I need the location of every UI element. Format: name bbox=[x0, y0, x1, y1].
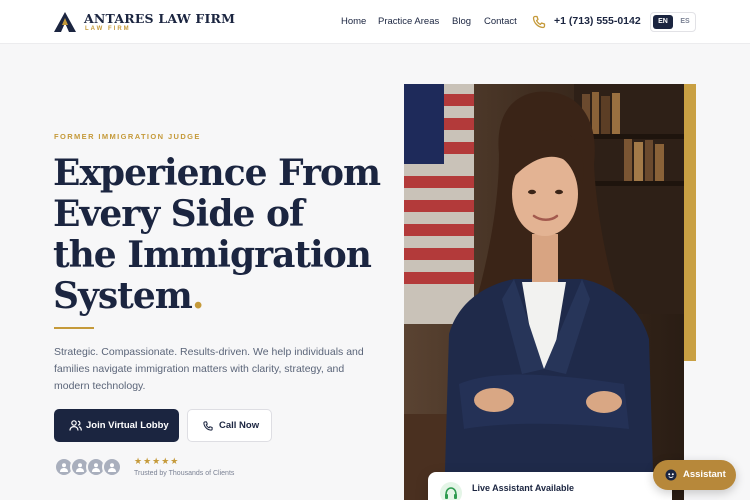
user-icon bbox=[108, 463, 116, 472]
headline-line-4: System bbox=[53, 275, 193, 317]
headline-accent-dot: . bbox=[191, 275, 205, 317]
client-avatars bbox=[54, 457, 126, 477]
users-icon bbox=[69, 420, 82, 431]
nav-contact[interactable]: Contact bbox=[484, 16, 517, 27]
brand-name[interactable]: ANTARES LAW FIRM bbox=[84, 11, 235, 26]
rating-stars: ★★★★★ bbox=[134, 456, 180, 466]
headline-divider bbox=[54, 327, 94, 329]
headline-line-1: Experience From bbox=[53, 152, 381, 194]
headline-line-3: the Immigration bbox=[53, 234, 372, 276]
assistant-button-label: Assistant bbox=[683, 469, 726, 480]
join-virtual-lobby-label: Join Virtual Lobby bbox=[86, 420, 169, 431]
phone-icon[interactable] bbox=[531, 14, 547, 30]
trusted-by-text: Trusted by Thousands of Clients bbox=[134, 470, 235, 477]
lang-en-button[interactable]: EN bbox=[653, 15, 673, 29]
nav-home[interactable]: Home bbox=[341, 16, 366, 27]
attorney-portrait-illustration bbox=[404, 84, 684, 500]
phone-icon bbox=[203, 421, 213, 431]
lang-es-button[interactable]: ES bbox=[676, 15, 694, 29]
live-assistant-card[interactable]: Live Assistant Available bbox=[428, 472, 672, 500]
nav-practice-areas[interactable]: Practice Areas bbox=[378, 16, 439, 27]
avatar bbox=[102, 457, 122, 477]
logo-icon[interactable] bbox=[54, 12, 76, 32]
site-header: ANTARES LAW FIRM LAW FIRM Home Practice … bbox=[0, 0, 750, 44]
user-icon bbox=[92, 463, 100, 472]
brand-tagline: LAW FIRM bbox=[85, 26, 131, 32]
headline-line-2: Every Side of bbox=[53, 193, 304, 235]
nav-blog[interactable]: Blog bbox=[452, 16, 471, 27]
hero-headline: Experience From Every Side of the Immigr… bbox=[53, 153, 393, 317]
hero-description: Strategic. Compassionate. Results-driven… bbox=[54, 346, 364, 392]
call-now-label: Call Now bbox=[219, 420, 260, 431]
user-icon bbox=[76, 463, 84, 472]
join-virtual-lobby-button[interactable]: Join Virtual Lobby bbox=[54, 409, 179, 442]
user-icon bbox=[60, 463, 68, 472]
language-switcher: EN ES bbox=[650, 12, 696, 32]
live-assistant-text: Live Assistant Available bbox=[472, 483, 575, 493]
headset-icon bbox=[440, 482, 462, 500]
hero-eyebrow: FORMER IMMIGRATION JUDGE bbox=[54, 132, 201, 141]
assistant-chat-button[interactable]: Assistant bbox=[653, 460, 736, 490]
assistant-bot-icon bbox=[665, 469, 677, 481]
header-phone-number[interactable]: +1 (713) 555-0142 bbox=[554, 15, 641, 27]
call-now-button[interactable]: Call Now bbox=[187, 409, 272, 442]
attorney-portrait bbox=[404, 84, 684, 500]
